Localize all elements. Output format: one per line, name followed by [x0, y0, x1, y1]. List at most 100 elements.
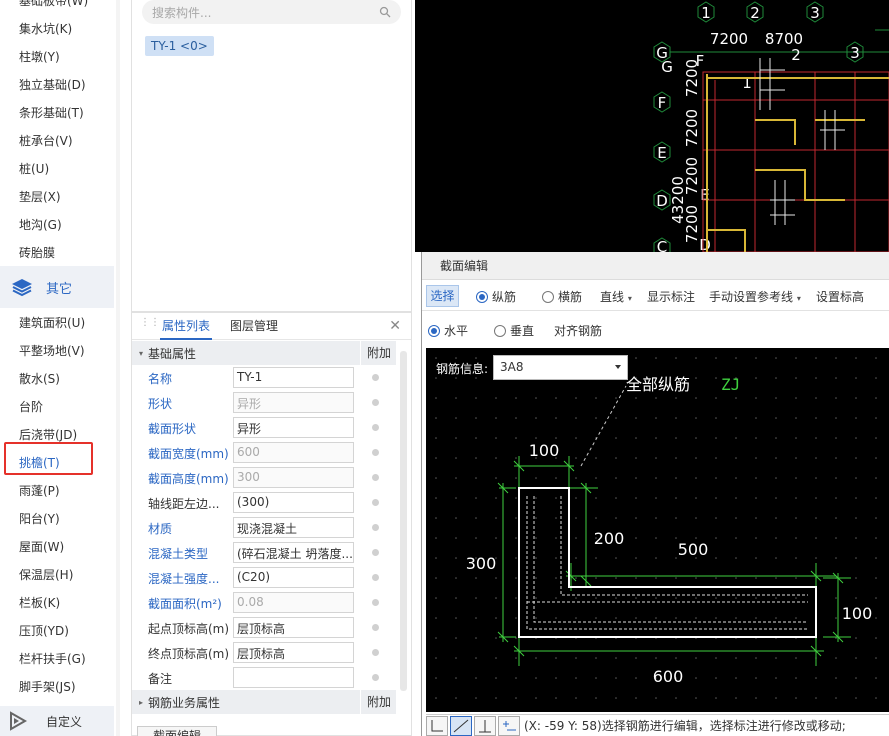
- property-value[interactable]: (碎石混凝土 坍落度...: [233, 542, 354, 563]
- extra-checkbox[interactable]: [372, 599, 379, 606]
- extra-checkbox[interactable]: [372, 549, 379, 556]
- axis-label-top: 3: [810, 4, 820, 22]
- sidebar-category-custom[interactable]: 自定义: [0, 706, 114, 736]
- section-edit-button[interactable]: 截面编辑: [137, 726, 217, 736]
- cad-drawing-view[interactable]: 1 2 3 7200 8700 G F E D C 2 3 1 F E D G …: [415, 0, 889, 252]
- set-elevation-button[interactable]: 设置标高: [816, 288, 864, 305]
- grid-label: 1: [742, 74, 752, 92]
- line-dropdown[interactable]: 直线 ▾: [600, 288, 632, 305]
- sidebar-item[interactable]: 保温层(H): [19, 566, 73, 583]
- align-rebar-button[interactable]: 对齐钢筋: [554, 322, 602, 339]
- dim-label-right[interactable]: 100: [842, 604, 873, 623]
- sidebar-item[interactable]: 压顶(YD): [19, 622, 69, 639]
- component-item[interactable]: TY-1 <0>: [145, 36, 214, 56]
- property-scrollbar[interactable]: [400, 351, 407, 691]
- sidebar-item[interactable]: 后浇带(JD): [19, 426, 77, 443]
- property-value[interactable]: (300): [233, 492, 354, 513]
- extra-checkbox[interactable]: [372, 624, 379, 631]
- sidebar-item[interactable]: 柱墩(Y): [19, 48, 60, 65]
- extra-checkbox[interactable]: [372, 674, 379, 681]
- close-icon[interactable]: ✕: [389, 318, 401, 334]
- sidebar: 基础板带(W) 集水坑(K) 柱墩(Y) 独立基础(D) 条形基础(T) 桩承台…: [0, 0, 120, 736]
- dim-label-bottom[interactable]: 600: [653, 667, 684, 686]
- sidebar-item[interactable]: 条形基础(T): [19, 104, 84, 121]
- add-point-icon[interactable]: [498, 715, 520, 736]
- property-value[interactable]: TY-1: [233, 367, 354, 388]
- sidebar-item[interactable]: 屋面(W): [19, 538, 64, 555]
- search-icon[interactable]: [379, 6, 391, 18]
- extra-column-header: 附加: [360, 341, 396, 365]
- radio-checked-icon: [428, 325, 440, 337]
- property-value: 异形: [233, 392, 354, 413]
- extra-checkbox[interactable]: [372, 649, 379, 656]
- extra-checkbox[interactable]: [372, 424, 379, 431]
- sidebar-item[interactable]: 阳台(Y): [19, 510, 60, 527]
- tab-properties[interactable]: 属性列表: [159, 313, 213, 340]
- sidebar-item[interactable]: 雨蓬(P): [19, 482, 60, 499]
- sidebar-item[interactable]: 集水坑(K): [19, 20, 72, 37]
- axis-label-top: 1: [701, 4, 711, 22]
- extra-checkbox[interactable]: [372, 499, 379, 506]
- extra-checkbox[interactable]: [372, 449, 379, 456]
- selection-highlight-box: [4, 442, 93, 475]
- property-row: 混凝土强度... (C20): [132, 565, 396, 590]
- property-group-basic[interactable]: ▾ 基础属性 附加: [132, 341, 396, 365]
- dim-label: 7200: [710, 30, 748, 48]
- select-button[interactable]: 选择: [426, 285, 459, 307]
- radio-horizontal[interactable]: 水平: [428, 322, 468, 339]
- sidebar-item[interactable]: 桩(U): [19, 160, 49, 177]
- property-value[interactable]: (C20): [233, 567, 354, 588]
- expand-icon[interactable]: ▸: [134, 698, 148, 707]
- section-canvas[interactable]: 100 300 200 500 100 600 全部纵筋 ZJ 钢筋信息: 3A…: [426, 348, 889, 712]
- sidebar-item[interactable]: 基础板带(W): [19, 0, 88, 9]
- sidebar-item[interactable]: 垫层(X): [19, 188, 61, 205]
- rebar-info-select[interactable]: 3A8: [493, 355, 628, 380]
- extra-checkbox[interactable]: [372, 399, 379, 406]
- dropdown-arrow-icon: ▾: [796, 294, 801, 303]
- orthogonal-snap-icon[interactable]: [426, 715, 448, 736]
- manual-ref-line-dropdown[interactable]: 手动设置参考线 ▾: [709, 288, 801, 305]
- drag-handle-icon[interactable]: ⋮⋮: [140, 318, 160, 332]
- dim-label-left[interactable]: 300: [466, 554, 497, 573]
- sidebar-item[interactable]: 独立基础(D): [19, 76, 86, 93]
- sidebar-item[interactable]: 平整场地(V): [19, 342, 85, 359]
- sidebar-item[interactable]: 脚手架(JS): [19, 678, 76, 695]
- extra-checkbox[interactable]: [372, 524, 379, 531]
- sidebar-item[interactable]: 地沟(G): [19, 216, 62, 233]
- radio-longitudinal[interactable]: 纵筋: [476, 288, 516, 305]
- sidebar-item[interactable]: 栏板(K): [19, 594, 60, 611]
- property-key: 终点顶标高(m): [148, 647, 230, 661]
- sidebar-item[interactable]: 台阶: [19, 398, 43, 415]
- grid-label: 3: [850, 44, 860, 62]
- extra-checkbox[interactable]: [372, 374, 379, 381]
- property-value[interactable]: [233, 667, 354, 688]
- show-dimension-button[interactable]: 显示标注: [647, 288, 695, 305]
- property-value[interactable]: 现浇混凝土: [233, 517, 354, 538]
- property-value[interactable]: 层顶标高: [233, 617, 354, 638]
- property-row: 截面宽度(mm) 600: [132, 440, 396, 465]
- search-placeholder: 搜索构件...: [152, 5, 212, 20]
- property-value[interactable]: 异形: [233, 417, 354, 438]
- sidebar-item[interactable]: 栏杆扶手(G): [19, 650, 86, 667]
- perpendicular-snap-icon[interactable]: [474, 715, 496, 736]
- property-value[interactable]: 层顶标高: [233, 642, 354, 663]
- extra-checkbox[interactable]: [372, 474, 379, 481]
- sidebar-item[interactable]: 散水(S): [19, 370, 60, 387]
- tab-layers[interactable]: 图层管理: [230, 313, 278, 340]
- property-group-rebar[interactable]: ▸ 钢筋业务属性 附加: [132, 690, 396, 714]
- line-snap-icon[interactable]: [450, 715, 472, 736]
- dim-label-top[interactable]: 100: [529, 441, 560, 460]
- collapse-icon[interactable]: ▾: [134, 349, 148, 358]
- dim-label-inner[interactable]: 200: [594, 529, 625, 548]
- extra-checkbox[interactable]: [372, 574, 379, 581]
- radio-transverse[interactable]: 横筋: [542, 288, 582, 305]
- sidebar-item[interactable]: 建筑面积(U): [19, 314, 85, 331]
- sidebar-item[interactable]: 桩承台(V): [19, 132, 73, 149]
- sidebar-category-other[interactable]: 其它: [0, 266, 114, 308]
- extra-column-header: 附加: [360, 690, 396, 714]
- search-input[interactable]: 搜索构件...: [142, 0, 401, 24]
- radio-vertical[interactable]: 垂直: [494, 322, 534, 339]
- sidebar-item[interactable]: 砖胎膜: [19, 244, 55, 261]
- sidebar-scrollbar[interactable]: [116, 0, 120, 736]
- dim-label-mid[interactable]: 500: [678, 540, 709, 559]
